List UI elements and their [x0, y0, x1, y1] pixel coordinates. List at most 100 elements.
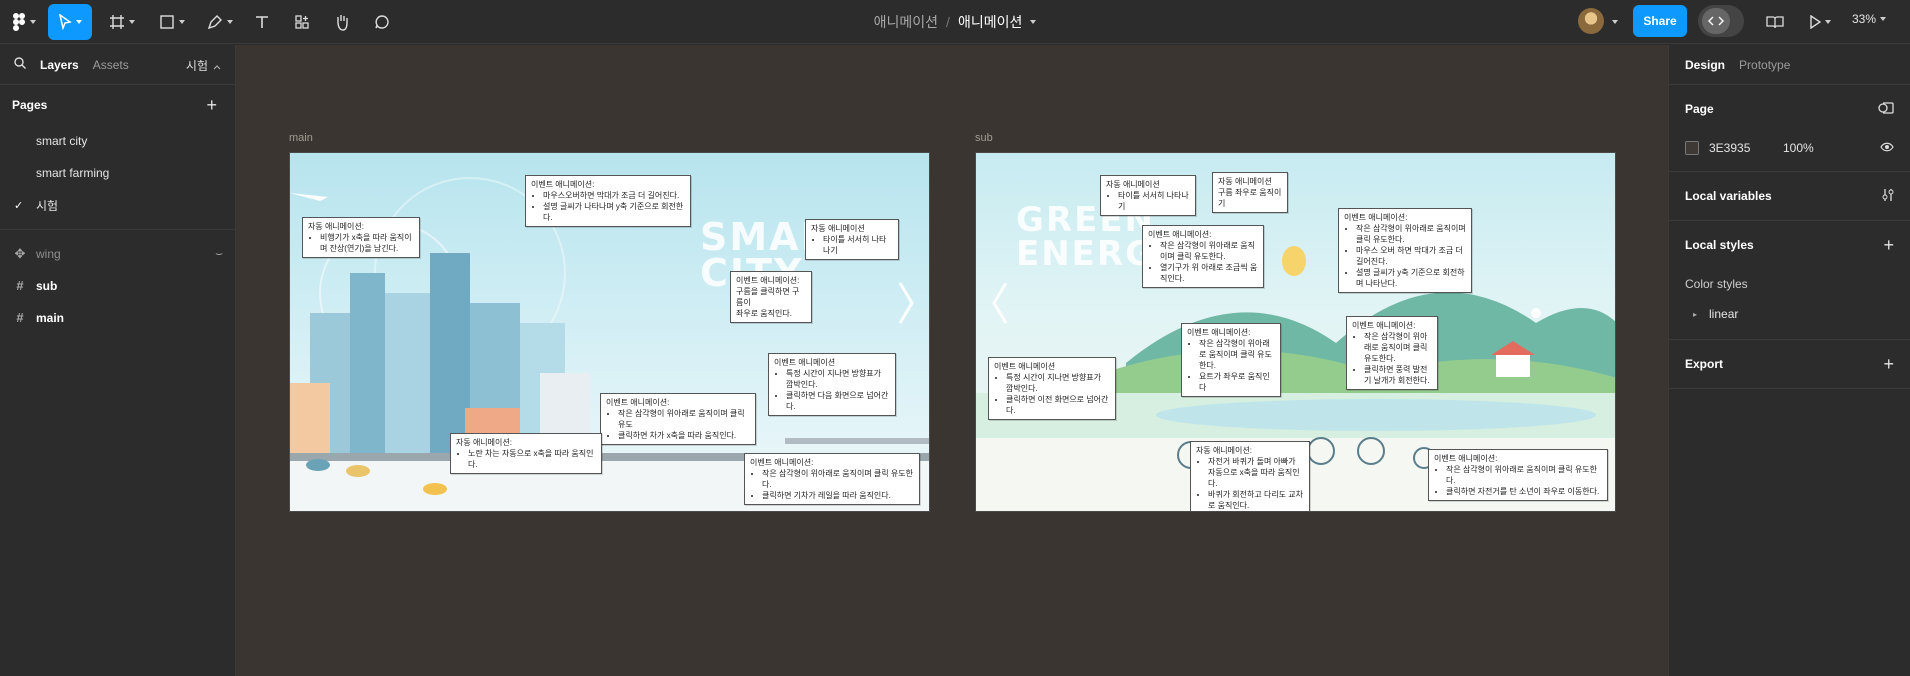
page-item-smart-city[interactable]: smart city: [0, 125, 235, 157]
shape-tool-button[interactable]: [154, 4, 190, 40]
note-item: 클릭하면 자전거를 탄 소년이 좌우로 이동한다.: [1446, 486, 1602, 497]
note-item: 특정 시간이 지나면 방향표가 깜박인다.: [1006, 372, 1110, 394]
avatar[interactable]: [1578, 8, 1604, 34]
page-color-value[interactable]: 3E3935: [1709, 141, 1783, 155]
zoom-level: 33%: [1852, 12, 1877, 26]
tab-prototype[interactable]: Prototype: [1739, 58, 1790, 72]
note-item: 클릭하면 풍력 발전기 날개가 회전한다.: [1364, 364, 1432, 386]
note-title: 자동 애니메이션: [1106, 180, 1160, 189]
add-export-icon[interactable]: +: [1883, 355, 1894, 373]
chevron-down-icon: [30, 20, 36, 24]
layer-label: main: [36, 311, 65, 325]
layer-item-sub[interactable]: # sub: [0, 270, 235, 302]
annotation-note: 이벤트 애니메이션 특정 시간이 지나면 방향표가 깜박인다.클릭하면 다음 화…: [768, 353, 896, 416]
page-settings-icon[interactable]: [1878, 101, 1894, 117]
annotation-note: 이벤트 애니메이션: 작은 삼각형이 위아래로 움직이며 클릭 유도한다.요트가…: [1181, 323, 1281, 397]
note-item: 설명 글씨가 나타나며 y축 기준으로 회전한다.: [543, 201, 685, 223]
pen-tool-button[interactable]: [202, 4, 238, 40]
note-item: 마우스 오버 하면 막대가 조금 더 길어진다.: [1356, 245, 1466, 267]
chevron-down-icon: [76, 20, 82, 24]
breadcrumb-project[interactable]: 애니메이션: [874, 12, 938, 32]
annotation-note: 이벤트 애니메이션: 작은 삼각형이 위아래로 움직이며 클릭 유도클릭하면 차…: [600, 393, 756, 445]
add-style-icon[interactable]: +: [1883, 236, 1894, 254]
note-item: 클릭하면 차가 x축을 따라 움직인다.: [618, 430, 750, 441]
note-title: 자동 애니메이션:: [308, 222, 364, 231]
page-item-smart-farming[interactable]: smart farming: [0, 157, 235, 189]
page-selector-label: 시험: [185, 59, 208, 73]
top-toolbar: 애니메이션 / 애니메이션 Share 33%: [0, 0, 1910, 44]
chevron-right-icon[interactable]: ▸: [1693, 310, 1697, 319]
present-button[interactable]: [1802, 4, 1838, 40]
frame-tool-button[interactable]: [104, 4, 140, 40]
add-page-icon[interactable]: +: [206, 96, 217, 114]
frame-main[interactable]: SMART CITY 이벤트 애니메이션: 마우스오버하면 막대가 조금 더 길…: [289, 152, 930, 512]
comment-tool-button[interactable]: [366, 4, 398, 40]
note-item: 열기구가 위 아래로 조금씩 움직인다.: [1160, 262, 1258, 284]
frame-sub[interactable]: GREEN ENERGY 자동 애니메이션 타이틀 서서히 나타나기 자동 애니…: [975, 152, 1616, 512]
hand-tool-button[interactable]: [326, 4, 358, 40]
export-header: Export +: [1685, 340, 1894, 388]
page-selector[interactable]: 시험: [186, 57, 221, 74]
breadcrumb-file-name[interactable]: 애니메이션: [958, 12, 1022, 32]
annotation-note: 자동 애니메이션: 노란 차는 자동으로 x축을 따라 움직인다.: [450, 433, 602, 474]
layer-label: sub: [36, 279, 58, 293]
resources-button[interactable]: [286, 4, 318, 40]
page-color-row[interactable]: 3E3935 100%: [1685, 133, 1894, 163]
page-item-test[interactable]: ✓ 시험: [0, 189, 235, 221]
canvas[interactable]: main SMART 이벤트 애니메이션: • 마우스오버하면 막대가 조금 더…: [236, 45, 1668, 676]
note-title: 자동 애니메이션:: [456, 438, 512, 447]
note-title: 이벤트 애니메이션:: [1352, 321, 1416, 330]
local-variables-header[interactable]: Local variables: [1685, 172, 1894, 220]
main-menu-button[interactable]: [6, 4, 42, 40]
zoom-control[interactable]: 33%: [1852, 12, 1887, 26]
frame-label-main[interactable]: main: [289, 132, 313, 144]
checkmark-icon: ✓: [14, 200, 24, 212]
note-item: 요트가 좌우로 움직인다: [1199, 371, 1275, 393]
text-tool-button[interactable]: [246, 4, 278, 40]
local-variables-title: Local variables: [1685, 189, 1772, 203]
layer-item-wing[interactable]: ✥ wing ⌣: [0, 238, 235, 270]
tab-assets[interactable]: Assets: [93, 58, 129, 72]
note-item: 노란 차는 자동으로 x축을 따라 움직인다.: [468, 448, 596, 470]
local-styles-title: Local styles: [1685, 238, 1754, 252]
annotation-note: 이벤트 애니메이션: 작은 삼각형이 위아래로 움직이며 클릭 유도한다.열기구…: [1142, 225, 1264, 288]
note-title: 이벤트 애니메이션:: [1434, 454, 1498, 463]
note-item: 작은 삼각형이 위아래로 움직이며 클릭 유도한다.: [762, 468, 914, 490]
chevron-down-icon[interactable]: [1612, 20, 1618, 24]
note-title: 자동 애니메이션: [1218, 177, 1272, 186]
tab-design[interactable]: Design: [1685, 58, 1725, 72]
chevron-down-icon[interactable]: [1030, 20, 1037, 24]
search-icon[interactable]: [14, 57, 26, 72]
note-line: 좌우로 움직인다.: [736, 309, 792, 318]
eye-icon[interactable]: [1880, 141, 1894, 155]
export-section: Export +: [1669, 340, 1910, 389]
library-button[interactable]: [1760, 4, 1790, 40]
figma-logo-icon: [12, 13, 26, 31]
local-styles-section: Local styles + Color styles ▸ linear: [1669, 221, 1910, 340]
annotation-note: 이벤트 애니메이션: 작은 삼각형이 위아래로 움직이며 클릭 유도한다.마우스…: [1338, 208, 1472, 293]
annotation-note: 자동 애니메이션 타이틀 서서히 나타나기: [805, 219, 899, 260]
note-title: 이벤트 애니메이션:: [750, 458, 814, 467]
color-style-item[interactable]: ▸ linear: [1685, 299, 1894, 329]
annotation-note: 이벤트 애니메이션: 작은 삼각형이 위아래로 움직이며 클릭 유도한다.클릭하…: [1428, 449, 1608, 501]
component-icon: ✥: [14, 246, 26, 261]
resources-icon: [294, 14, 310, 30]
hidden-eye-icon[interactable]: ⌣: [215, 246, 223, 261]
sliders-icon[interactable]: [1882, 188, 1894, 205]
right-panel: Design Prototype Page 3E3935 100% Local …: [1668, 45, 1910, 676]
chevron-down-icon: [1880, 17, 1887, 21]
share-button[interactable]: Share: [1633, 5, 1687, 37]
tab-layers[interactable]: Layers: [40, 58, 79, 72]
layer-item-main[interactable]: # main: [0, 302, 235, 334]
move-tool-button[interactable]: [48, 4, 92, 40]
color-swatch[interactable]: [1685, 141, 1699, 155]
dev-mode-toggle[interactable]: [1698, 5, 1744, 37]
pages-header: Pages +: [0, 85, 235, 125]
page-opacity-value[interactable]: 100%: [1783, 141, 1814, 155]
note-item: 클릭하면 다음 화면으로 넘어간다.: [786, 390, 890, 412]
annotation-note: 이벤트 애니메이션: 마우스오버하면 막대가 조금 더 길어진다.설명 글씨가 …: [525, 175, 691, 227]
frame-label-sub[interactable]: sub: [975, 132, 993, 144]
note-title: 자동 애니메이션: [811, 224, 865, 233]
pen-icon: [207, 14, 223, 30]
note-title: 이벤트 애니메이션:: [1344, 213, 1408, 222]
